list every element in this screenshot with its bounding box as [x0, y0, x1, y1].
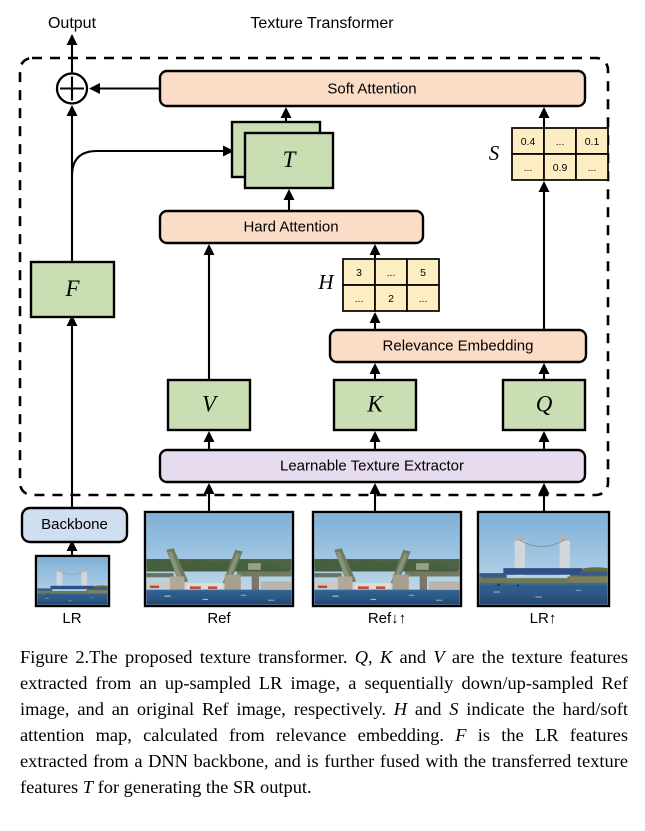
- soft-attention-label: Soft Attention: [327, 80, 416, 97]
- s-matrix-label: S: [489, 141, 500, 165]
- f-branch-to-t-wire: [70, 145, 234, 177]
- photo-lr-caption: LR: [62, 610, 81, 627]
- h-cell-1-2: ...: [419, 293, 428, 305]
- h-cell-1-0: ...: [355, 293, 364, 305]
- photo-ref-down-up: [311, 510, 463, 608]
- output-label: Output: [48, 15, 97, 32]
- caption-text-2: ,: [368, 647, 380, 667]
- soft-attention-block[interactable]: Soft Attention: [158, 69, 587, 108]
- caption-text-8: for generating the SR output.: [93, 776, 312, 797]
- figure-caption: Figure 2.The proposed texture transforme…: [20, 645, 628, 801]
- caption-number: Figure 2.: [20, 647, 90, 667]
- caption-symbol-v: V: [433, 647, 445, 667]
- photo-lr-up: [476, 510, 611, 608]
- caption-text-3: and: [392, 647, 434, 667]
- h-cell-0-1: ...: [387, 267, 396, 279]
- transferred-texture-T[interactable]: T: [230, 120, 335, 190]
- photo-lr-up-caption: LR↑: [530, 610, 557, 627]
- relevance-embedding-block[interactable]: Relevance Embedding: [328, 328, 588, 364]
- caption-symbol-k: K: [379, 647, 393, 667]
- k-label: K: [366, 391, 384, 416]
- caption-symbol-t: T: [82, 776, 94, 797]
- feature-V-block[interactable]: V: [166, 378, 252, 432]
- s-cell-0-2: 0.1: [585, 136, 600, 148]
- photo-ref-down-up-caption: Ref↓↑: [368, 610, 406, 627]
- f-label: F: [64, 276, 80, 301]
- s-cell-1-0: ...: [524, 162, 533, 174]
- learnable-texture-extractor-label: Learnable Texture Extractor: [280, 457, 464, 474]
- relevance-embedding-label: Relevance Embedding: [383, 337, 534, 354]
- hard-attention-label: Hard Attention: [243, 218, 338, 235]
- learnable-texture-extractor-block[interactable]: Learnable Texture Extractor: [158, 448, 587, 484]
- s-cell-1-1: 0.9: [553, 162, 568, 174]
- photo-ref-caption: Ref: [207, 610, 231, 627]
- h-matrix-label: H: [317, 270, 335, 294]
- soft-attention-map-S: S 0.4 ... 0.1 ... 0.9 ...: [489, 127, 609, 181]
- feature-Q-block[interactable]: Q: [501, 378, 587, 432]
- hard-attention-block[interactable]: Hard Attention: [158, 209, 425, 245]
- s-cell-1-2: ...: [588, 162, 597, 174]
- caption-symbol-h: H: [393, 698, 408, 719]
- photo-lr: [34, 554, 111, 608]
- h-cell-1-1: 2: [388, 293, 394, 305]
- hard-attention-map-H: H 3 ... 5 ... 2 ...: [317, 258, 440, 312]
- h-cell-0-0: 3: [356, 267, 362, 279]
- s-cell-0-1: ...: [556, 136, 565, 148]
- feature-F-block[interactable]: F: [29, 260, 116, 319]
- fusion-plus-node: [55, 72, 89, 105]
- caption-text-5: and: [407, 698, 450, 719]
- caption-symbol-q: Q: [354, 647, 369, 667]
- photo-ref: [143, 510, 295, 608]
- backbone-block[interactable]: Backbone: [20, 506, 129, 544]
- figure-diagram: Output Texture Transformer Soft Attentio…: [0, 0, 645, 645]
- backbone-label: Backbone: [41, 516, 108, 533]
- t-label: T: [283, 147, 298, 172]
- feature-K-block[interactable]: K: [332, 378, 418, 432]
- caption-symbol-f: F: [455, 724, 467, 745]
- q-label: Q: [536, 391, 553, 416]
- s-cell-0-0: 0.4: [521, 136, 536, 148]
- caption-text-1: The proposed texture transformer.: [89, 647, 355, 667]
- h-cell-0-2: 5: [420, 267, 426, 279]
- diagram-title: Texture Transformer: [250, 15, 394, 32]
